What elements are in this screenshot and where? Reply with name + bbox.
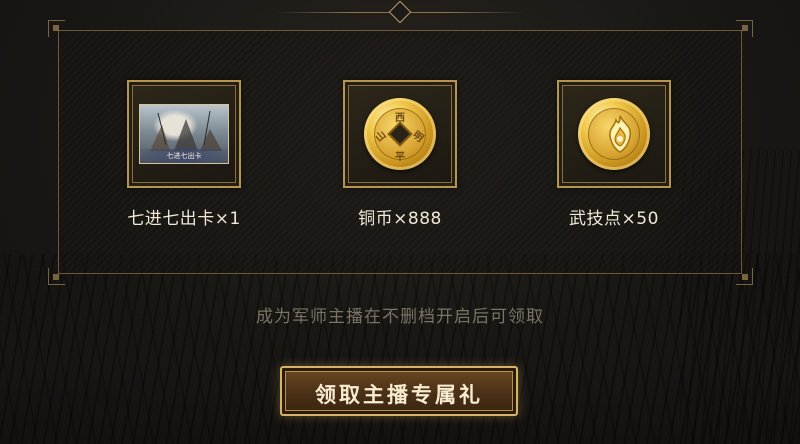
- coin-glyph: 平: [395, 152, 405, 163]
- card-caption: 七进七出卡: [140, 149, 228, 163]
- reward-tile: [557, 80, 671, 188]
- reward-label: 铜币×888: [358, 209, 442, 229]
- corner-ornament: [48, 20, 65, 37]
- reward-label: 七进七出卡×1: [127, 209, 241, 229]
- reward-tile: 西 明 平 山: [343, 80, 457, 188]
- claim-gift-button-label: 领取主播专属礼: [315, 383, 483, 407]
- card-icon: 七进七出卡: [139, 104, 229, 164]
- reward-tile: 七进七出卡: [127, 80, 241, 188]
- claim-notice: 成为军师主播在不删档开启后可领取: [256, 307, 544, 327]
- corner-ornament: [736, 20, 753, 37]
- diamond-ornament-icon: [388, 0, 412, 24]
- reward-label: 武技点×50: [569, 209, 659, 229]
- coin-glyph: 西: [395, 113, 405, 124]
- corner-ornament: [48, 268, 65, 285]
- martial-points-coin-icon: [578, 98, 650, 170]
- claim-gift-button[interactable]: 领取主播专属礼: [280, 366, 518, 416]
- copper-coin-icon: 西 明 平 山: [364, 98, 436, 170]
- flame-emblem-icon: [609, 115, 632, 153]
- corner-ornament: [736, 268, 753, 285]
